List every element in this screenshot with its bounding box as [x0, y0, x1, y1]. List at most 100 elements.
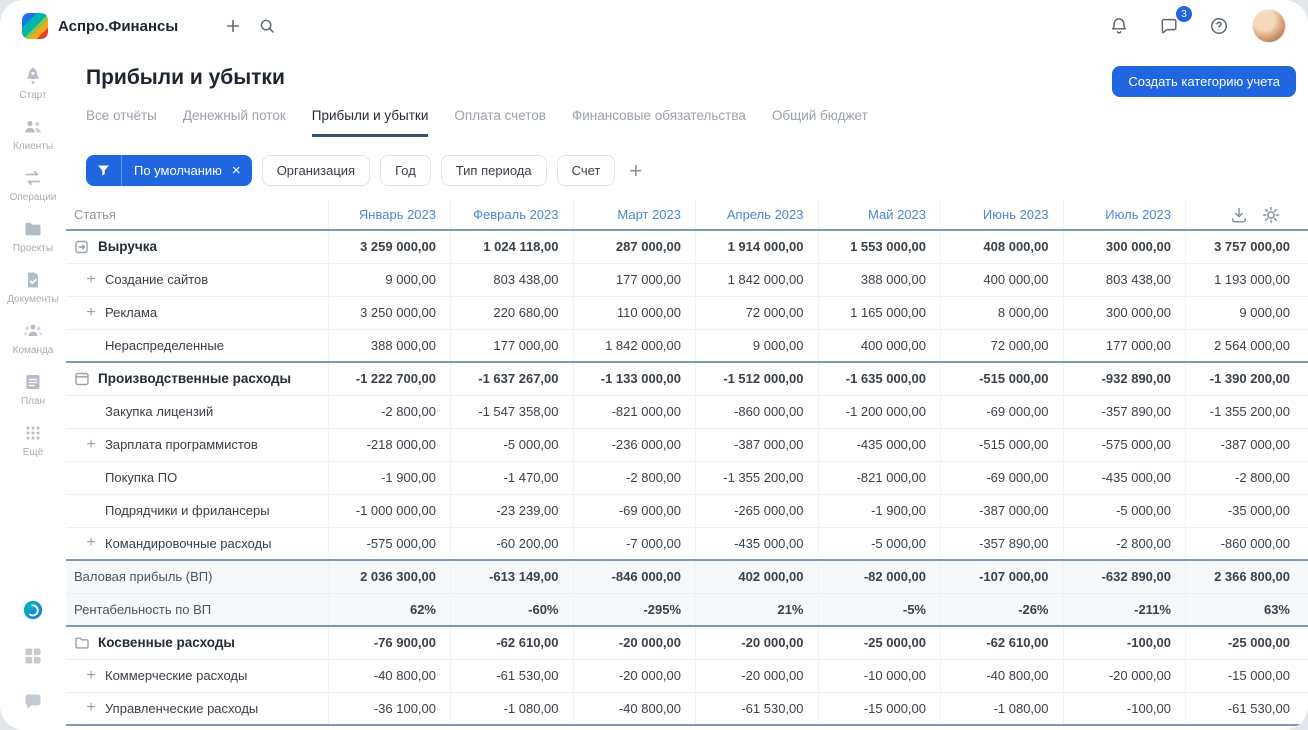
- expand-plus-icon[interactable]: +: [85, 436, 97, 453]
- expand-plus-icon[interactable]: +: [85, 271, 97, 288]
- export-download-button[interactable]: [1230, 206, 1248, 224]
- finance-app-logo-icon[interactable]: [23, 600, 43, 620]
- row-label-cell[interactable]: Производственные расходы: [66, 361, 328, 396]
- row-label-cell[interactable]: Косвенные расходы: [66, 625, 328, 660]
- cell-value: -15 000,00: [1185, 659, 1308, 693]
- sidebar: Старт Клиенты Операции Проекты Документы Кома…: [0, 52, 66, 730]
- chat-button[interactable]: 3: [1152, 6, 1192, 43]
- expense-category-icon: [74, 371, 90, 387]
- row-label-cell[interactable]: Валовая прибыль (ВП): [66, 559, 328, 594]
- table-row: Косвенные расходы -76 900,00 -62 610,00 -20…: [66, 625, 1308, 660]
- tab-6[interactable]: Общий бюджет: [772, 108, 868, 137]
- cell-value: -1 222 700,00: [327, 361, 451, 396]
- cell-value: -575 000,00: [327, 527, 451, 561]
- create-category-button[interactable]: Создать категорию учета: [1112, 66, 1296, 97]
- cell-value: -1 637 267,00: [450, 361, 573, 396]
- table-row: +Закупка лицензий-2 800,00-1 547 358,00-…: [66, 395, 1308, 429]
- table-row: Производственные расходы -1 222 700,00 -1 …: [66, 361, 1308, 396]
- table-row: +Нераспределенные388 000,00177 000,001 8…: [66, 329, 1308, 363]
- tab-4[interactable]: Оплата счетов: [454, 108, 546, 137]
- cell-value: -100,00: [1062, 692, 1186, 726]
- cell-value: 2 036 300,00: [327, 559, 451, 594]
- sidebar-item-projects[interactable]: Проекты: [7, 211, 59, 262]
- tab-5[interactable]: Финансовые обязательства: [572, 108, 746, 137]
- cell-value: -860 000,00: [1185, 527, 1308, 561]
- row-label-cell[interactable]: Рентабельность по ВП: [66, 593, 328, 627]
- cell-value: -20 000,00: [695, 659, 818, 693]
- cell-value: -575 000,00: [1062, 428, 1186, 462]
- filter-button[interactable]: Год: [380, 155, 431, 186]
- topbar: Аспро.Финансы 3: [0, 0, 1308, 52]
- cell-value: 1 842 000,00: [695, 263, 818, 297]
- sidebar-item-documents[interactable]: Документы: [7, 262, 59, 313]
- cell-value: -265 000,00: [695, 494, 818, 528]
- sidebar-item-more[interactable]: Ещё: [7, 415, 59, 466]
- help-button[interactable]: [1202, 9, 1236, 43]
- row-label-cell[interactable]: + Создание сайтов: [66, 263, 328, 297]
- cell-value: -1 547 358,00: [450, 395, 573, 429]
- filter-buttons: Организация Год Тип периода Счет: [261, 155, 616, 186]
- filter-button[interactable]: Счет: [556, 155, 616, 186]
- cell-value: 2 564 000,00: [1185, 329, 1308, 363]
- sidebar-item-operations[interactable]: Операции: [7, 160, 59, 211]
- expand-plus-icon[interactable]: +: [85, 700, 97, 716]
- cell-value: -36 100,00: [327, 692, 451, 726]
- sidebar-item-plan[interactable]: План: [7, 364, 59, 415]
- cell-value: -107 000,00: [940, 559, 1063, 594]
- cell-value: -1 080,00: [940, 692, 1063, 726]
- tab-3-active[interactable]: Прибыли и убытки: [311, 108, 429, 137]
- cell-value: -357 890,00: [940, 527, 1063, 561]
- cell-value: 1 024 118,00: [450, 229, 573, 264]
- sidebar-item-team[interactable]: Команда: [7, 313, 59, 364]
- quick-add-button[interactable]: [216, 9, 250, 43]
- cell-value: -60 200,00: [450, 527, 573, 561]
- remove-filter-icon[interactable]: ×: [228, 163, 252, 178]
- cell-value: -821 000,00: [817, 461, 941, 495]
- filter-button[interactable]: Организация: [261, 155, 371, 186]
- row-label-cell[interactable]: +Покупка ПО: [66, 461, 328, 495]
- cell-value: 1 193 000,00: [1185, 263, 1308, 297]
- add-filter-button[interactable]: +: [625, 159, 646, 182]
- column-header-month: [1185, 200, 1308, 230]
- row-label-cell[interactable]: + Зарплата программистов: [66, 428, 328, 462]
- row-label-cell[interactable]: +Закупка лицензий: [66, 395, 328, 429]
- table-settings-button[interactable]: [1262, 206, 1280, 224]
- cell-value: 177 000,00: [450, 329, 573, 363]
- operations-icon: [23, 168, 43, 188]
- cell-value: 2 366 800,00: [1185, 559, 1308, 594]
- apps-marketplace-icon[interactable]: [23, 646, 43, 666]
- tab-1[interactable]: Все отчёты: [86, 108, 157, 137]
- cell-value: -100,00: [1062, 625, 1186, 660]
- tab-2[interactable]: Денежный поток: [183, 108, 286, 137]
- row-label-cell[interactable]: + Управленческие расходы: [66, 692, 328, 726]
- cell-value: 72 000,00: [695, 296, 818, 330]
- expand-plus-icon[interactable]: +: [85, 667, 97, 684]
- cell-value: -25 000,00: [1185, 625, 1308, 660]
- support-icon[interactable]: [23, 692, 43, 712]
- row-label-cell[interactable]: +Подрядчики и фрилансеры: [66, 494, 328, 528]
- filter-button[interactable]: Тип периода: [440, 155, 547, 186]
- sidebar-item-clients[interactable]: Клиенты: [7, 109, 59, 160]
- table-header-row: Статья Январь 2023 Февраль 2023 Март 2023 Ап…: [66, 200, 1308, 230]
- expand-plus-icon[interactable]: +: [85, 535, 97, 551]
- expand-plus-icon[interactable]: +: [85, 304, 97, 321]
- row-label: Командировочные расходы: [105, 535, 272, 551]
- row-label-cell[interactable]: +Нераспределенные: [66, 329, 328, 363]
- active-filter-chip[interactable]: По умолчанию ×: [86, 155, 252, 186]
- row-label-cell[interactable]: + Командировочные расходы: [66, 527, 328, 561]
- cell-value: -2 800,00: [572, 461, 696, 495]
- cell-value: 220 680,00: [450, 296, 573, 330]
- sidebar-item-start[interactable]: Старт: [7, 58, 59, 109]
- notifications-button[interactable]: [1102, 9, 1136, 43]
- row-label-cell[interactable]: + Реклама: [66, 296, 328, 330]
- row-label-cell[interactable]: Выручка: [66, 229, 328, 264]
- app-logo-icon[interactable]: [22, 13, 48, 39]
- row-label-cell[interactable]: + Коммерческие расходы: [66, 659, 328, 693]
- cell-value: -236 000,00: [572, 428, 696, 462]
- sidebar-item-label: Клиенты: [12, 141, 54, 152]
- search-button[interactable]: [250, 9, 284, 43]
- cell-value: 388 000,00: [817, 263, 941, 297]
- cell-value: -5%: [817, 593, 941, 627]
- cell-value: -1 900,00: [327, 461, 451, 495]
- user-avatar[interactable]: [1252, 9, 1286, 43]
